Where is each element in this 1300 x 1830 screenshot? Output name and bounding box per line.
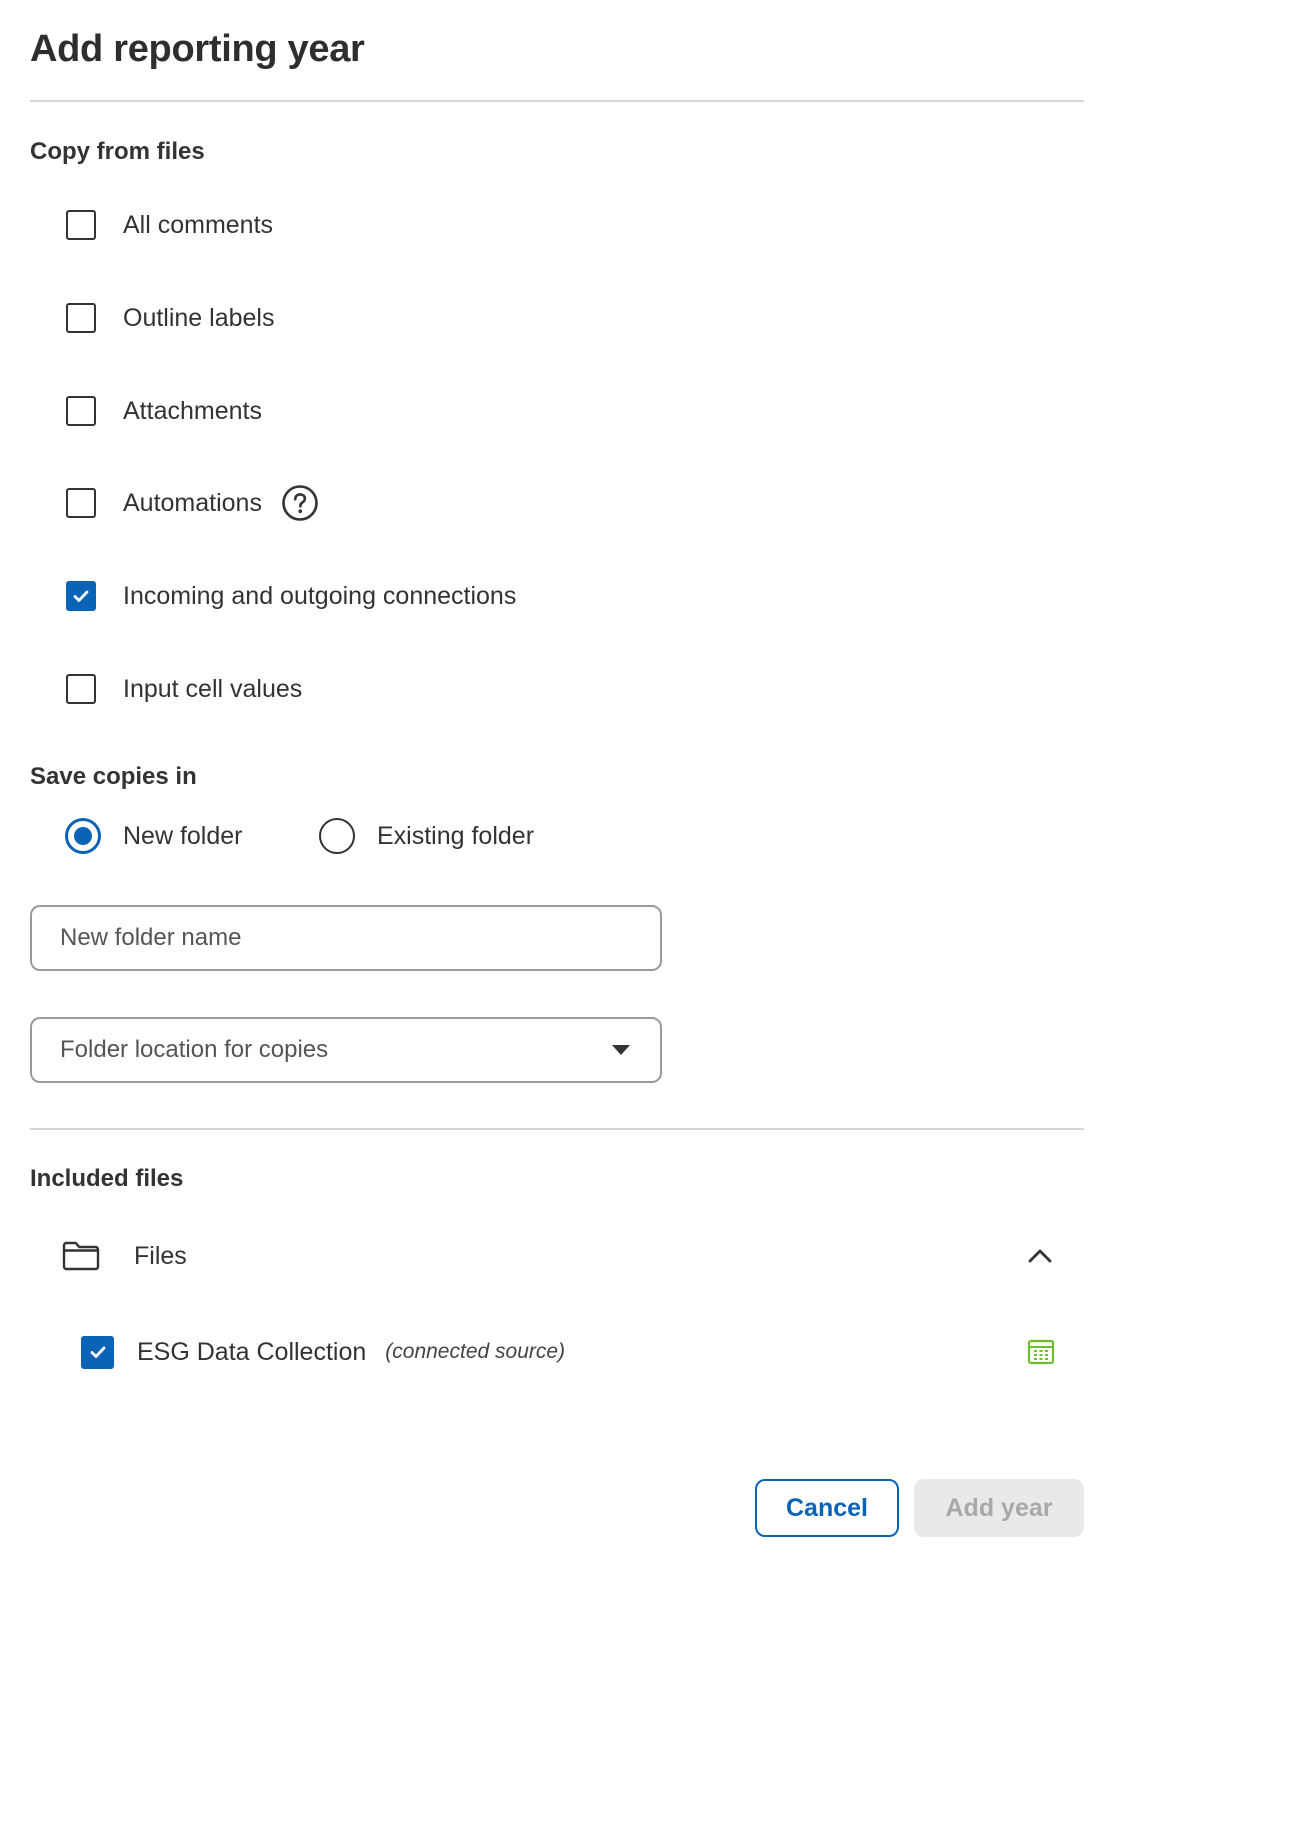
file-name: ESG Data Collection <box>137 1337 367 1366</box>
included-files-heading: Included files <box>30 1165 184 1192</box>
option-label: Input cell values <box>123 674 303 703</box>
radio-new-folder[interactable]: New folder <box>65 816 243 856</box>
option-input-cell-values[interactable]: Input cell values <box>66 671 302 707</box>
caret-down-icon <box>612 1045 630 1055</box>
folder-icon <box>62 1241 100 1271</box>
checkbox[interactable] <box>66 488 96 518</box>
question-circle-icon[interactable] <box>281 484 319 522</box>
radio-button-selected[interactable] <box>65 818 101 854</box>
option-label: Incoming and outgoing connections <box>123 581 517 610</box>
option-incoming-outgoing-connections[interactable]: Incoming and outgoing connections <box>66 578 516 614</box>
radio-label: New folder <box>123 821 243 850</box>
folder-row-files[interactable]: Files <box>62 1236 1054 1276</box>
radio-button[interactable] <box>319 818 355 854</box>
checkbox-checked[interactable] <box>66 581 96 611</box>
radio-label: Existing folder <box>377 821 535 850</box>
section-divider <box>30 1128 1084 1130</box>
option-all-comments[interactable]: All comments <box>66 207 273 243</box>
cancel-button[interactable]: Cancel <box>755 1479 899 1537</box>
option-label: Attachments <box>123 396 262 425</box>
spreadsheet-icon <box>1027 1339 1055 1365</box>
option-label: Automations <box>123 488 262 517</box>
folder-location-select[interactable]: Folder location for copies <box>30 1017 662 1083</box>
dialog-title: Add reporting year <box>30 28 365 70</box>
new-folder-name-field <box>30 905 662 971</box>
option-label: Outline labels <box>123 303 275 332</box>
new-folder-name-input[interactable] <box>32 907 660 969</box>
checkbox[interactable] <box>66 303 96 333</box>
file-row[interactable]: ESG Data Collection (connected source) <box>81 1332 1055 1372</box>
option-automations[interactable]: Automations <box>66 485 319 521</box>
option-outline-labels[interactable]: Outline labels <box>66 300 274 336</box>
option-label: All comments <box>123 210 274 239</box>
checkbox[interactable] <box>66 396 96 426</box>
file-connection-note: (connected source) <box>385 1340 566 1363</box>
checkbox[interactable] <box>66 674 96 704</box>
title-divider <box>30 100 1084 102</box>
add-reporting-year-dialog: Add reporting year Copy from files All c… <box>0 0 1114 1568</box>
copy-from-files-heading: Copy from files <box>30 138 205 165</box>
select-placeholder: Folder location for copies <box>60 1036 329 1063</box>
chevron-up-icon[interactable] <box>1026 1247 1054 1265</box>
radio-existing-folder[interactable]: Existing folder <box>319 816 534 856</box>
add-year-button[interactable]: Add year <box>914 1479 1084 1537</box>
checkmark-icon <box>90 1346 105 1358</box>
checkmark-icon <box>73 590 89 602</box>
checkbox[interactable] <box>66 210 96 240</box>
folder-label: Files <box>134 1241 187 1270</box>
option-attachments[interactable]: Attachments <box>66 393 262 429</box>
checkbox-checked[interactable] <box>81 1335 114 1369</box>
save-copies-in-heading: Save copies in <box>30 763 197 790</box>
